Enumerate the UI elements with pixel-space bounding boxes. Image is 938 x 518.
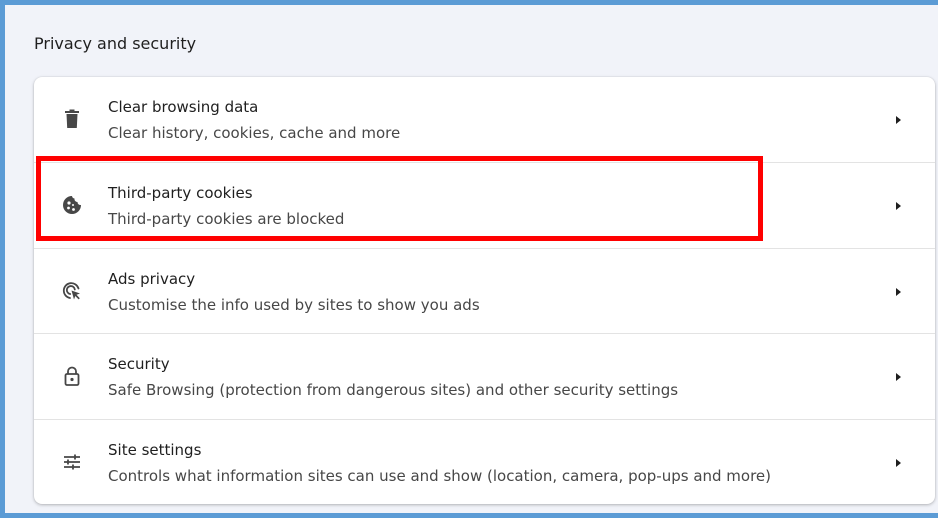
chevron-right-icon bbox=[896, 116, 901, 124]
lock-icon bbox=[64, 366, 80, 386]
site-settings-subtitle: Controls what information sites can use … bbox=[108, 467, 772, 485]
site-settings-row[interactable]: Site settings Controls what information … bbox=[34, 419, 935, 504]
tune-icon bbox=[64, 454, 80, 470]
ads-privacy-row[interactable]: Ads privacy Customise the info used by s… bbox=[34, 248, 935, 333]
ads-privacy-subtitle: Customise the info used by sites to show… bbox=[108, 296, 480, 314]
clear-browsing-data-title: Clear browsing data bbox=[108, 98, 259, 116]
ads-privacy-icon bbox=[62, 282, 80, 300]
section-title: Privacy and security bbox=[34, 34, 197, 53]
ads-privacy-title: Ads privacy bbox=[108, 270, 196, 288]
settings-card: Clear browsing data Clear history, cooki… bbox=[34, 77, 935, 504]
clear-browsing-data-subtitle: Clear history, cookies, cache and more bbox=[108, 124, 401, 142]
clear-browsing-data-row[interactable]: Clear browsing data Clear history, cooki… bbox=[34, 77, 935, 162]
site-settings-title: Site settings bbox=[108, 441, 202, 459]
security-row[interactable]: Security Safe Browsing (protection from … bbox=[34, 333, 935, 418]
chevron-right-icon bbox=[896, 202, 901, 210]
chevron-right-icon bbox=[896, 373, 901, 381]
security-subtitle: Safe Browsing (protection from dangerous… bbox=[108, 381, 679, 399]
chevron-right-icon bbox=[896, 459, 901, 467]
window-frame: Privacy and security Clear browsing data… bbox=[0, 0, 938, 518]
trash-icon bbox=[65, 109, 79, 128]
highlight-box bbox=[36, 156, 763, 241]
security-title: Security bbox=[108, 355, 170, 373]
chevron-right-icon bbox=[896, 288, 901, 296]
